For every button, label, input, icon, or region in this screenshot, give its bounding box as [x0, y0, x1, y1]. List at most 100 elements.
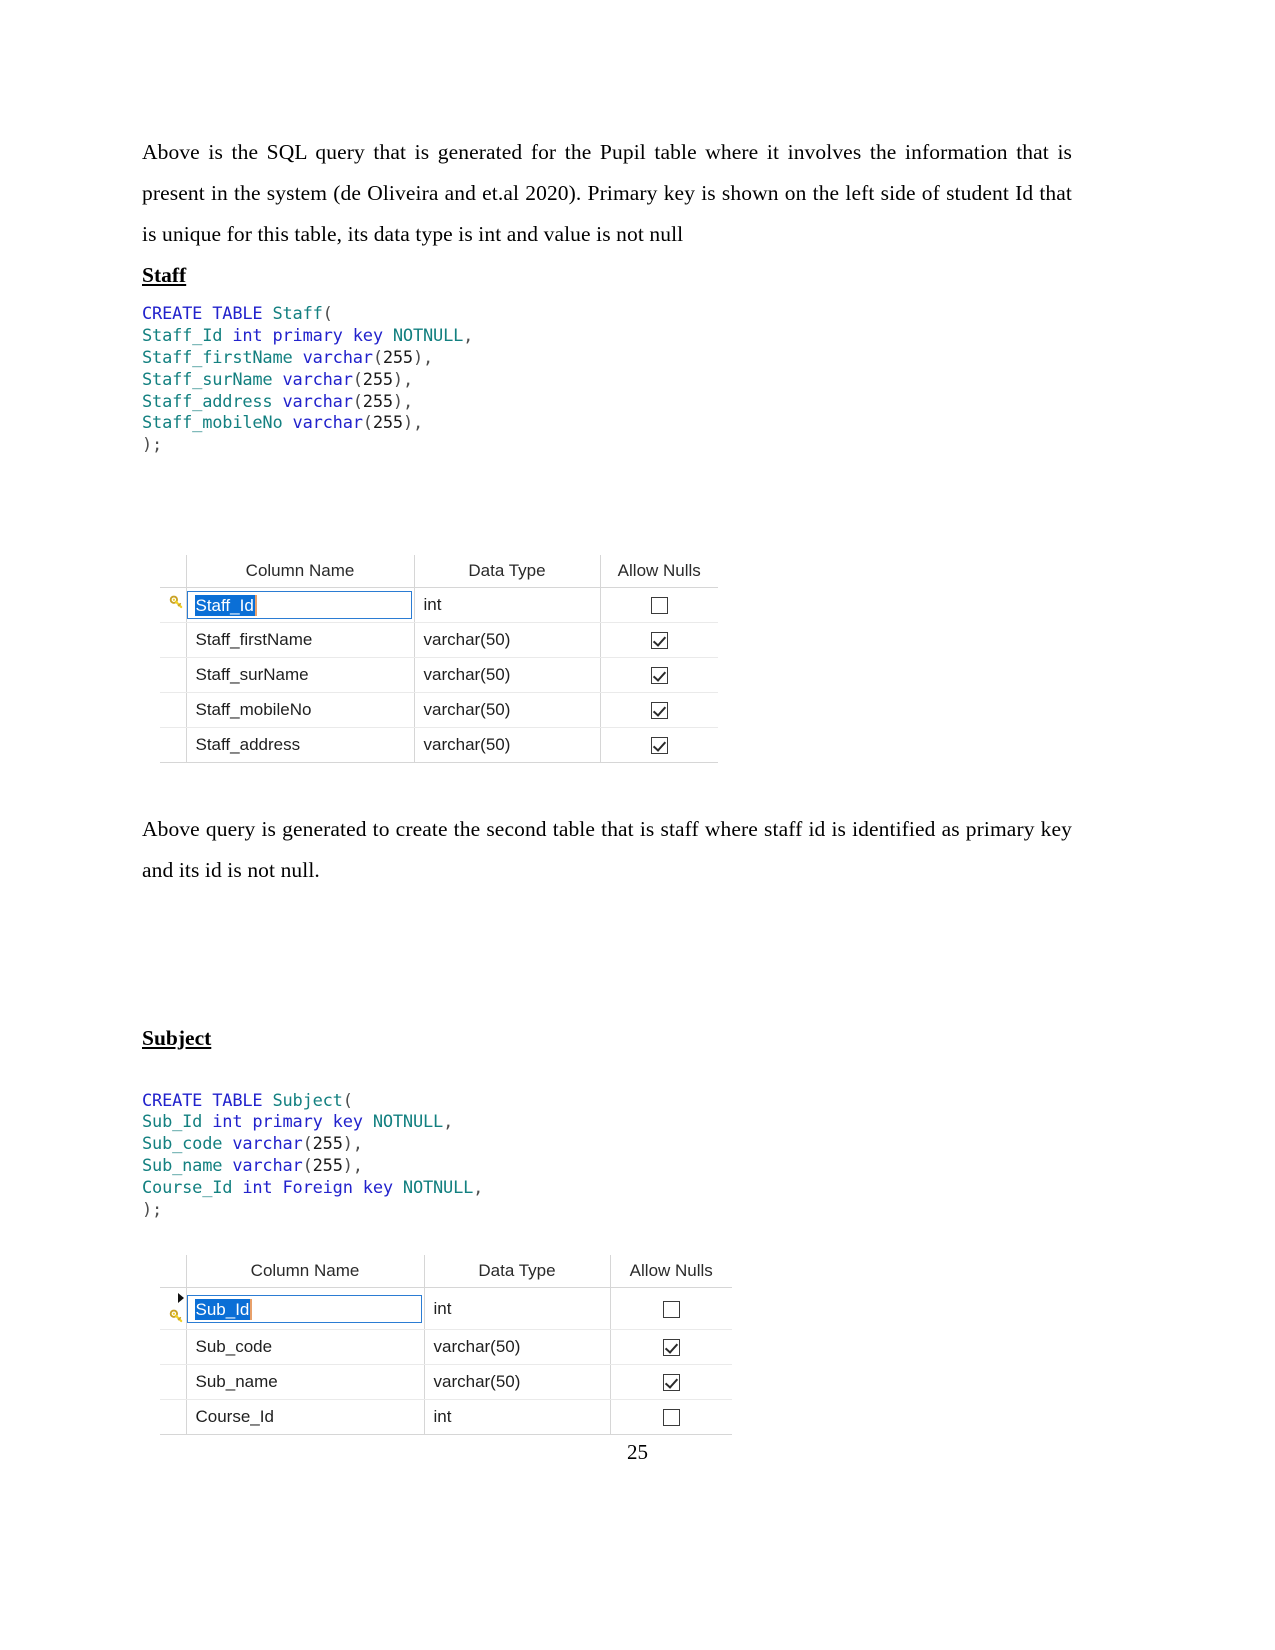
cell-allow-nulls[interactable]	[599, 657, 718, 693]
cell-allow-nulls[interactable]	[599, 622, 718, 658]
cell-data-type[interactable]: varchar(50)	[413, 657, 600, 693]
row-gutter[interactable]	[160, 657, 186, 693]
cell-column-name[interactable]: Staff_surName	[185, 657, 414, 693]
allow-nulls-checkbox[interactable]	[662, 1300, 680, 1318]
subject-heading-wrap: Subject	[142, 1023, 1072, 1053]
grid-row[interactable]: Sub_Id int	[160, 1287, 732, 1331]
grid-row[interactable]: Course_Id int	[160, 1399, 732, 1436]
allow-nulls-checkbox[interactable]	[662, 1339, 680, 1357]
staff-heading-wrap: Staff	[142, 260, 1072, 290]
cell-column-name[interactable]: Course_Id	[185, 1399, 424, 1436]
sql-token: ),	[402, 413, 424, 434]
grid-column-header-allow-nulls[interactable]: Allow Nulls	[609, 1255, 732, 1289]
sql-token: (	[372, 347, 383, 368]
cell-column-name[interactable]: Staff_address	[185, 727, 414, 763]
sql-token: CREATE TABLE	[142, 304, 273, 325]
sql-token: );	[142, 435, 163, 456]
grid-row[interactable]: Staff_Id int	[160, 587, 718, 623]
active-cell-editor[interactable]: Sub_Id	[186, 1294, 422, 1323]
allow-nulls-checkbox[interactable]	[650, 631, 668, 649]
intro-paragraph: Above is the SQL query that is generated…	[142, 140, 1072, 246]
allow-nulls-checkbox[interactable]	[650, 666, 668, 684]
row-gutter[interactable]	[160, 692, 186, 728]
sql-token: NOTNULL	[392, 326, 464, 347]
cell-column-name[interactable]: Staff_firstName	[185, 622, 414, 658]
row-gutter[interactable]	[160, 1399, 186, 1436]
sql-token: (	[352, 391, 363, 412]
sql-token: CREATE TABLE	[142, 1090, 273, 1111]
allow-nulls-checkbox[interactable]	[650, 736, 668, 754]
sql-token: ,	[443, 1112, 454, 1133]
grid-row[interactable]: Sub_code varchar(50)	[160, 1329, 732, 1366]
sql-token: Staff_surName	[142, 369, 283, 390]
grid-header-row: Column Name Data Type Allow Nulls	[160, 1255, 732, 1289]
row-gutter[interactable]	[160, 727, 186, 763]
grid-row[interactable]: Sub_name varchar(50)	[160, 1364, 732, 1401]
row-gutter[interactable]	[160, 587, 186, 623]
section-heading-subject: Subject	[142, 1025, 212, 1050]
sql-token: (	[342, 1090, 353, 1111]
cell-data-type[interactable]: int	[413, 587, 600, 623]
cell-column-name[interactable]: Sub_Id	[185, 1287, 424, 1331]
grid-row[interactable]: Staff_address varchar(50)	[160, 727, 718, 763]
cell-data-type[interactable]: varchar(50)	[423, 1364, 610, 1401]
sql-token: varchar	[282, 391, 353, 412]
cell-column-name[interactable]: Sub_name	[185, 1364, 424, 1401]
row-gutter[interactable]	[160, 1329, 186, 1366]
grid-column-header-column-name[interactable]: Column Name	[185, 1255, 424, 1289]
cell-data-type[interactable]: varchar(50)	[413, 692, 600, 728]
grid-header-row: Column Name Data Type Allow Nulls	[160, 554, 718, 588]
cell-allow-nulls[interactable]	[609, 1329, 732, 1366]
sql-token: Sub_Id	[142, 1112, 213, 1133]
cell-data-type[interactable]: varchar(50)	[413, 727, 600, 763]
row-gutter[interactable]	[160, 1287, 186, 1331]
sql-token: ,	[473, 1177, 484, 1198]
cell-column-name[interactable]: Staff_mobileNo	[185, 692, 414, 728]
grid-column-header-column-name[interactable]: Column Name	[185, 554, 414, 588]
cell-allow-nulls[interactable]	[609, 1399, 732, 1436]
staff-table-designer: Column Name Data Type Allow Nulls Staff_Id i…	[160, 554, 1072, 763]
sql-token: );	[142, 1199, 163, 1220]
sql-token: varchar	[302, 347, 373, 368]
row-gutter[interactable]	[160, 622, 186, 658]
allow-nulls-checkbox[interactable]	[650, 596, 668, 614]
sql-token: Staff	[272, 304, 323, 325]
grid-column-header-allow-nulls[interactable]: Allow Nulls	[599, 554, 718, 588]
sql-token: ,	[463, 326, 474, 347]
grid-column-header-data-type[interactable]: Data Type	[423, 1255, 610, 1289]
grid-row[interactable]: Staff_mobileNo varchar(50)	[160, 692, 718, 728]
active-cell-editor[interactable]: Staff_Id	[186, 590, 412, 619]
cell-allow-nulls[interactable]	[609, 1364, 732, 1401]
grid-column-header-data-type[interactable]: Data Type	[413, 554, 600, 588]
cell-allow-nulls[interactable]	[599, 692, 718, 728]
sql-token: varchar	[232, 1134, 303, 1155]
sql-token: 255	[312, 1155, 343, 1176]
sql-token: (	[362, 413, 373, 434]
cell-allow-nulls[interactable]	[599, 587, 718, 623]
allow-nulls-checkbox[interactable]	[650, 701, 668, 719]
cell-data-type[interactable]: int	[423, 1287, 610, 1331]
sql-token: ),	[392, 391, 413, 412]
column-grid-subject[interactable]: Column Name Data Type Allow Nulls Sub_Id int…	[160, 1255, 732, 1436]
cell-data-type[interactable]: int	[423, 1399, 610, 1436]
sql-token: varchar	[232, 1155, 303, 1176]
cell-data-type[interactable]: varchar(50)	[423, 1329, 610, 1366]
cell-allow-nulls[interactable]	[599, 727, 718, 763]
sql-token: Staff_address	[142, 391, 283, 412]
allow-nulls-checkbox[interactable]	[662, 1409, 680, 1427]
sql-token: Staff_firstName	[142, 347, 303, 368]
row-gutter[interactable]	[160, 1364, 186, 1401]
cell-data-type[interactable]: varchar(50)	[413, 622, 600, 658]
cell-allow-nulls[interactable]	[609, 1287, 732, 1331]
allow-nulls-checkbox[interactable]	[662, 1374, 680, 1392]
grid-row[interactable]: Staff_surName varchar(50)	[160, 657, 718, 693]
cell-column-name[interactable]: Staff_Id	[185, 587, 414, 623]
cell-column-name[interactable]: Sub_code	[185, 1329, 424, 1366]
sql-token: NOTNULL	[402, 1177, 474, 1198]
sql-token: (	[302, 1155, 313, 1176]
sql-token: Staff_mobileNo	[142, 413, 293, 434]
sql-token: varchar	[292, 413, 363, 434]
column-grid-staff[interactable]: Column Name Data Type Allow Nulls Staff_Id i…	[160, 554, 718, 763]
grid-row[interactable]: Staff_firstName varchar(50)	[160, 622, 718, 658]
sql-token: Staff_Id	[142, 326, 233, 347]
